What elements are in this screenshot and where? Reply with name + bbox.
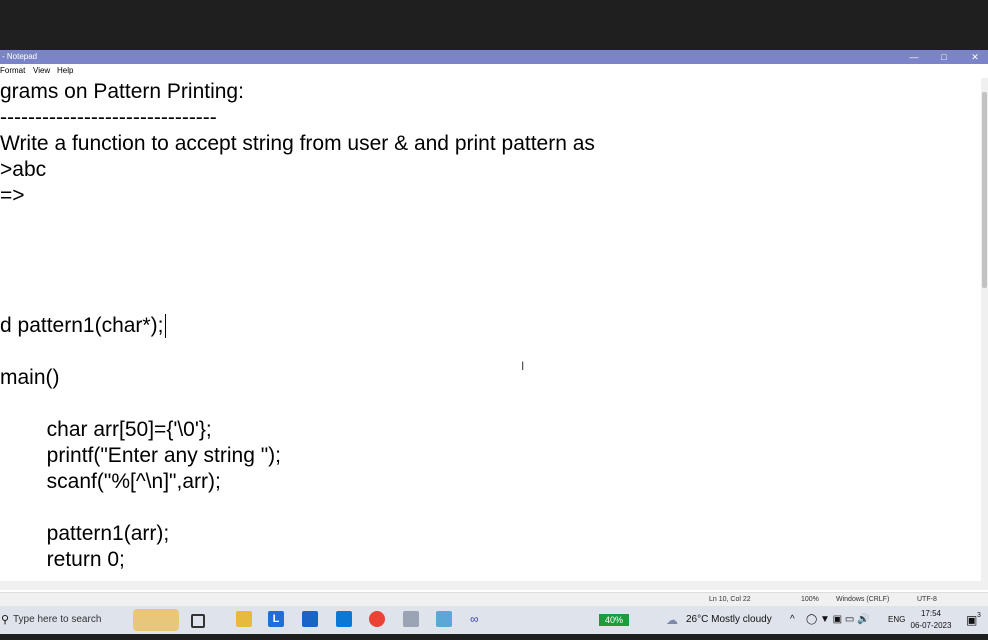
app-l-icon[interactable]: L (268, 611, 284, 627)
editor-line: char arr[50]={'\0'}; (0, 418, 212, 441)
close-button[interactable]: ✕ (960, 50, 988, 64)
chevron-up-icon[interactable]: ^ (790, 606, 795, 634)
vertical-scrollbar[interactable] (981, 78, 988, 581)
editor-line: >abc (0, 158, 47, 181)
editor-line-text: d pattern1(char*); (0, 314, 164, 337)
task-view-icon[interactable] (191, 614, 205, 628)
clock[interactable]: 17:54 06-07-2023 (906, 608, 956, 632)
editor-line: grams on Pattern Printing: (0, 80, 244, 103)
text-editor[interactable]: grams on Pattern Printing: -------------… (0, 78, 981, 581)
editor-line: return 0; (0, 548, 125, 571)
file-explorer-icon[interactable] (236, 611, 252, 627)
search-icon[interactable]: ⚲ (1, 606, 9, 634)
editor-line: printf("Enter any string "); (0, 444, 281, 467)
language-indicator[interactable]: ENG (888, 606, 905, 634)
text-caret (165, 314, 167, 339)
editor-line: scanf("%[^\n]",arr); (0, 470, 221, 493)
menu-format[interactable]: Format (0, 65, 25, 77)
weather-text[interactable]: 26°C Mostly cloudy (686, 606, 772, 634)
horizontal-scrollbar[interactable] (0, 581, 988, 590)
clock-time: 17:54 (920, 609, 942, 618)
ibeam-cursor-icon: I (521, 359, 525, 373)
search-highlight-image (133, 609, 179, 631)
editor-line: main() (0, 366, 60, 389)
menu-bar: Format View Help (0, 65, 988, 77)
notepad-taskbar-icon[interactable] (436, 611, 452, 627)
minimize-button[interactable]: — (899, 50, 929, 64)
notepad-window: - Notepad — □ ✕ Format View Help grams o… (0, 50, 988, 607)
window-title: - Notepad (2, 52, 38, 61)
notification-count: 3 (977, 612, 981, 619)
editor-line-current: d pattern1(char*); (0, 313, 167, 339)
system-tray-icons[interactable]: ◯ ▼ ▣ ▭ 🔊 (806, 606, 870, 634)
taskbar: ⚲ Type here to search L ∞ 40% ☁ 26°C Mos… (0, 606, 988, 634)
scrollbar-thumb[interactable] (982, 92, 987, 288)
weather-icon: ☁ (666, 613, 678, 627)
title-bar[interactable]: - Notepad — □ ✕ (0, 50, 988, 64)
status-bar: Ln 10, Col 22 100% Windows (CRLF) UTF-8 (0, 592, 988, 607)
top-black-bar (0, 0, 988, 50)
menu-view[interactable]: View (33, 65, 50, 77)
app-icon[interactable] (403, 611, 419, 627)
status-position: Ln 10, Col 22 (709, 596, 751, 603)
status-line-ending: Windows (CRLF) (836, 596, 890, 603)
notification-icon[interactable]: ▣ (966, 606, 977, 634)
menu-help[interactable]: Help (57, 65, 73, 77)
taskbar-search-input[interactable]: Type here to search (13, 606, 101, 634)
store-icon[interactable] (302, 611, 318, 627)
app-infinity-icon[interactable]: ∞ (470, 611, 486, 627)
status-encoding: UTF-8 (917, 596, 937, 603)
editor-line: Write a function to accept string from u… (0, 132, 595, 155)
clock-date: 06-07-2023 (910, 621, 952, 630)
mail-icon[interactable] (336, 611, 352, 627)
battery-indicator[interactable]: 40% (599, 614, 629, 626)
status-zoom: 100% (801, 596, 819, 603)
maximize-button[interactable]: □ (929, 50, 959, 64)
editor-line: pattern1(arr); (0, 522, 170, 545)
editor-line: => (0, 184, 25, 207)
chrome-icon[interactable] (369, 611, 385, 627)
editor-line: ------------------------------- (0, 106, 217, 129)
